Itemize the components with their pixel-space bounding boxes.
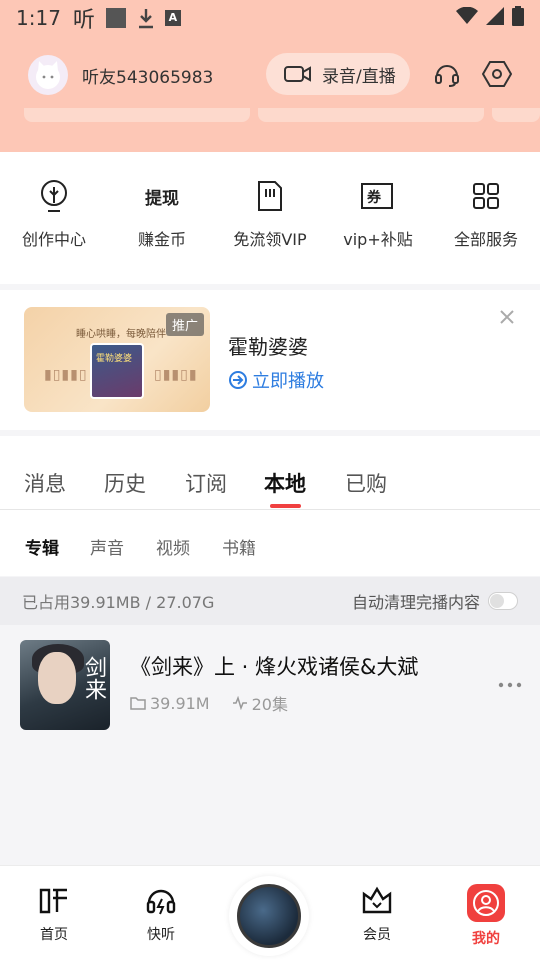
wifi-icon bbox=[456, 6, 478, 30]
quick-action-label: vip+补贴 bbox=[343, 230, 413, 249]
download-icon bbox=[137, 7, 155, 29]
profile-header: 听友543065983 录音/直播 bbox=[0, 50, 540, 100]
quick-action-coins[interactable]: 提现 赚金币 bbox=[108, 152, 216, 284]
album-size-value: 39.91M bbox=[150, 693, 210, 713]
toggle-knob bbox=[490, 594, 504, 608]
username[interactable]: 听友543065983 bbox=[82, 63, 213, 88]
promo-image[interactable]: 睡心哄睡，每晚陪伴 ▮▯▮▮▯ 霍勒婆婆 ▯▮▮▯▮ 推广 bbox=[24, 307, 210, 412]
peek-card bbox=[492, 108, 540, 122]
subtab-sounds[interactable]: 声音 bbox=[90, 534, 124, 559]
promo-play-link[interactable]: 立即播放 bbox=[228, 367, 324, 393]
album-size: 39.91M bbox=[130, 691, 210, 715]
record-live-label: 录音/直播 bbox=[322, 66, 396, 87]
vip-crown-icon bbox=[360, 884, 394, 918]
nav-home[interactable]: 首页 bbox=[24, 884, 84, 944]
quick-action-all-services[interactable]: 全部服务 bbox=[432, 152, 540, 284]
peek-card bbox=[24, 108, 250, 122]
tab-messages[interactable]: 消息 bbox=[24, 468, 66, 498]
headphones-icon bbox=[144, 884, 178, 918]
sim-card-icon bbox=[252, 178, 288, 214]
folder-icon bbox=[130, 697, 146, 710]
quick-action-vip-subsidy[interactable]: 券 vip+补贴 bbox=[324, 152, 432, 284]
listen-app-icon: 听 bbox=[72, 8, 95, 33]
auto-clean-toggle[interactable] bbox=[488, 592, 518, 610]
now-playing-cover bbox=[237, 884, 301, 948]
record-live-button[interactable]: 录音/直播 bbox=[266, 53, 410, 95]
main-tab-bar: 消息 历史 订阅 本地 已购 bbox=[0, 436, 540, 510]
close-icon[interactable] bbox=[498, 308, 516, 326]
avatar[interactable] bbox=[28, 55, 68, 95]
subtab-albums[interactable]: 专辑 bbox=[25, 534, 59, 559]
nav-label: 快听 bbox=[147, 927, 175, 943]
auto-clean-label: 自动清理完播内容 bbox=[351, 593, 480, 612]
more-options-icon[interactable] bbox=[498, 673, 522, 692]
nav-profile[interactable]: 我的 bbox=[456, 884, 516, 948]
square-notification-icon bbox=[105, 7, 127, 29]
storage-used-text: 已占用39.91MB / 27.07G bbox=[22, 593, 215, 612]
profile-icon bbox=[467, 884, 505, 922]
quick-action-label: 免流领VIP bbox=[233, 230, 307, 249]
settings-hexagon-icon[interactable] bbox=[482, 59, 512, 89]
tab-purchased[interactable]: 已购 bbox=[345, 468, 387, 498]
nav-label: 首页 bbox=[40, 927, 68, 943]
storage-bar: 已占用39.91MB / 27.07G 自动清理完播内容 bbox=[0, 577, 540, 625]
a-badge-text: A bbox=[164, 10, 181, 26]
sound-wave-icon: ▯▮▮▯▮ bbox=[154, 367, 198, 383]
quick-action-label: 创作中心 bbox=[21, 230, 86, 249]
status-bar: 1:17 听 A bbox=[0, 0, 540, 36]
quick-action-creator[interactable]: 创作中心 bbox=[0, 152, 108, 284]
subtab-videos[interactable]: 视频 bbox=[156, 534, 190, 559]
bottom-nav: 首页 快听 会员 我的 bbox=[0, 865, 540, 960]
play-arrow-icon bbox=[229, 371, 247, 389]
quick-action-free-vip[interactable]: 免流领VIP bbox=[216, 152, 324, 284]
video-camera-icon bbox=[284, 66, 311, 82]
creator-bulb-icon bbox=[36, 178, 72, 214]
album-cover[interactable]: 剑来 bbox=[20, 640, 110, 730]
active-tab-indicator bbox=[270, 504, 301, 508]
signal-icon bbox=[486, 6, 504, 30]
subtab-books[interactable]: 书籍 bbox=[222, 534, 256, 559]
nav-label: 会员 bbox=[363, 927, 391, 943]
sub-tab-bar: 专辑 声音 视频 书籍 bbox=[0, 510, 540, 576]
tab-local[interactable]: 本地 bbox=[264, 468, 306, 498]
a-badge-icon: A bbox=[164, 10, 181, 26]
home-listen-icon bbox=[37, 884, 71, 918]
album-title[interactable]: 《剑来》上 · 烽火戏诸侯&大斌 bbox=[130, 651, 418, 681]
promo-card[interactable]: 睡心哄睡，每晚陪伴 ▮▯▮▮▯ 霍勒婆婆 ▯▮▮▯▮ 推广 霍勒婆婆 立即播放 bbox=[0, 290, 540, 430]
list-item[interactable]: 剑来 《剑来》上 · 烽火戏诸侯&大斌 39.91M 20集 bbox=[0, 625, 540, 740]
promo-play-label: 立即播放 bbox=[252, 371, 324, 392]
quick-action-label: 赚金币 bbox=[137, 230, 186, 249]
status-time: 1:17 bbox=[16, 6, 61, 30]
album-cover-text: 剑来 bbox=[81, 656, 106, 700]
pulse-icon bbox=[232, 696, 247, 710]
promo-book-title: 霍勒婆婆 bbox=[96, 354, 133, 364]
promo-title[interactable]: 霍勒婆婆 bbox=[228, 331, 308, 360]
promo-image-subtitle: 睡心哄睡，每晚陪伴 bbox=[76, 329, 166, 340]
quick-action-label: 全部服务 bbox=[453, 230, 518, 249]
cat-avatar-icon bbox=[36, 61, 60, 89]
tab-history[interactable]: 历史 bbox=[104, 468, 146, 498]
withdraw-icon: 提现 bbox=[144, 178, 180, 214]
album-episodes: 20集 bbox=[232, 691, 288, 715]
auto-clean-setting: 自动清理完播内容 bbox=[352, 589, 518, 613]
battery-icon bbox=[512, 5, 524, 31]
nav-vip[interactable]: 会员 bbox=[347, 884, 407, 944]
promo-ad-tag: 推广 bbox=[165, 313, 204, 336]
peek-card bbox=[258, 108, 484, 122]
sound-wave-icon: ▮▯▮▮▯ bbox=[44, 367, 88, 383]
cover-figure-face bbox=[38, 652, 76, 704]
album-meta: 39.91M 20集 bbox=[130, 691, 288, 715]
now-playing-disc[interactable] bbox=[229, 876, 309, 956]
grid-icon bbox=[468, 178, 504, 214]
headset-icon[interactable] bbox=[432, 59, 462, 89]
tab-subscriptions[interactable]: 订阅 bbox=[185, 468, 227, 498]
coupon-icon-text: 券 bbox=[367, 189, 382, 206]
album-episodes-value: 20集 bbox=[251, 695, 288, 714]
quick-actions: 创作中心 提现 赚金币 免流领VIP 券 vip+补贴 全部服务 bbox=[0, 152, 540, 284]
coupon-icon: 券 bbox=[360, 178, 396, 214]
withdraw-icon-text: 提现 bbox=[145, 188, 179, 209]
nav-quick-listen[interactable]: 快听 bbox=[131, 884, 191, 944]
promo-book-cover: 霍勒婆婆 bbox=[90, 343, 144, 399]
nav-label: 我的 bbox=[472, 931, 500, 947]
